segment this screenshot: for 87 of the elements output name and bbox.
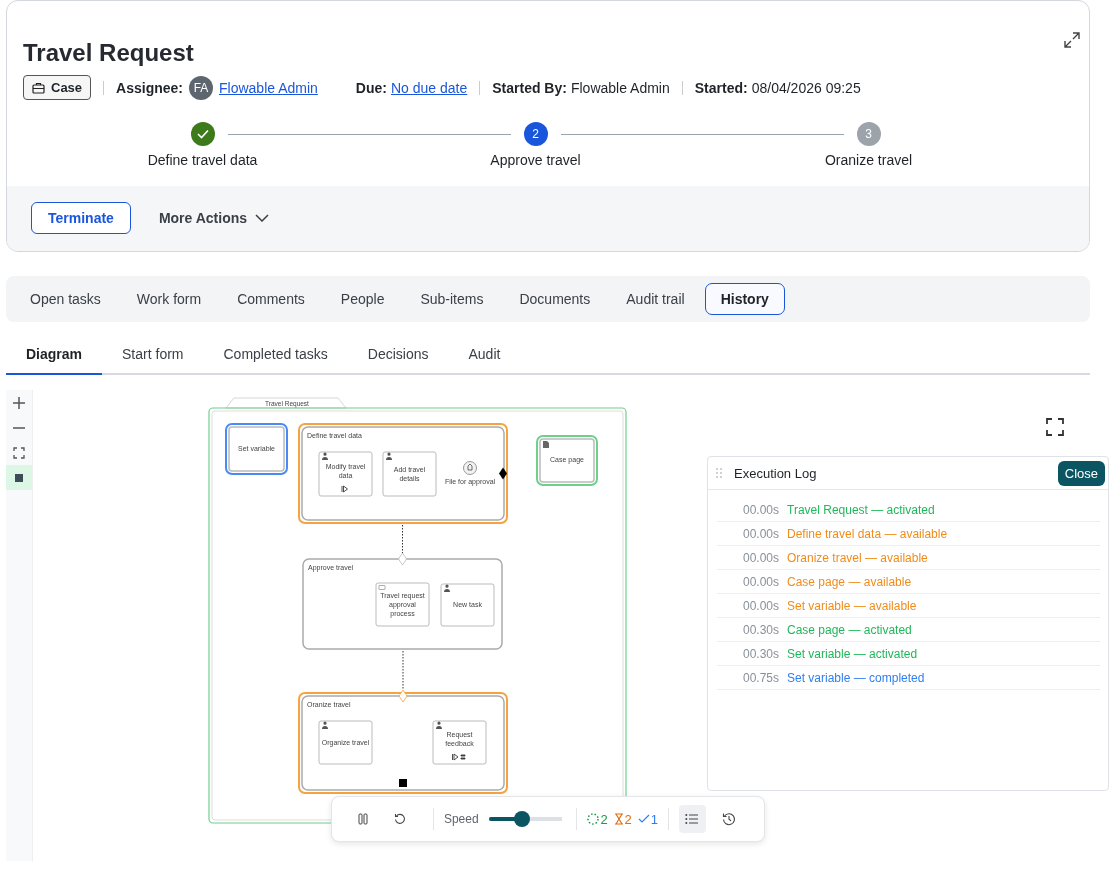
- log-message: Set variable — activated: [787, 646, 918, 661]
- task-box: [440, 583, 495, 627]
- history-icon: [721, 812, 736, 826]
- drag-handle-icon[interactable]: [716, 468, 722, 478]
- log-time: 00.00s: [741, 502, 779, 517]
- status-count: 2: [600, 811, 608, 827]
- check-icon: [637, 814, 650, 824]
- tab[interactable]: Comments: [221, 283, 321, 315]
- log-message: Travel Request — activated: [787, 502, 935, 517]
- tab[interactable]: Open tasks: [14, 283, 117, 315]
- check-icon: [196, 129, 209, 139]
- log-message: Case page — available: [787, 574, 912, 589]
- tab[interactable]: Documents: [503, 283, 607, 315]
- subtab[interactable]: Start form: [102, 336, 204, 375]
- status-count: 1: [650, 811, 659, 827]
- pause-icon: [358, 813, 369, 825]
- meta-value: 08/04/2026 09:25: [751, 79, 861, 96]
- meta-label: Assignee:: [116, 79, 183, 96]
- log-time: 00.00s: [741, 526, 779, 541]
- log-time: 00.75s: [741, 670, 779, 685]
- close-button[interactable]: Close: [1057, 460, 1105, 486]
- person-icon: [444, 584, 450, 592]
- fit-icon: [13, 446, 25, 459]
- meta-label: Started:: [694, 79, 748, 96]
- log-message: Set variable — available: [787, 598, 917, 613]
- subtab[interactable]: Diagram: [6, 336, 103, 375]
- person-icon: [322, 452, 328, 460]
- log-time: 00.30s: [741, 622, 779, 637]
- fullscreen-icon[interactable]: [1046, 418, 1064, 436]
- subtab[interactable]: Audit: [448, 336, 521, 375]
- square-icon: [15, 473, 23, 482]
- restart-icon: [393, 813, 406, 825]
- more-actions-button[interactable]: More Actions: [158, 210, 270, 226]
- minimap-button[interactable]: [6, 465, 32, 490]
- connector-line: [402, 650, 404, 691]
- meta-label: Due:: [355, 79, 387, 96]
- subtab[interactable]: Completed tasks: [203, 336, 348, 375]
- log-time: 00.00s: [741, 598, 779, 613]
- list-icon: [685, 813, 700, 825]
- log-message: Define travel data — available: [787, 526, 948, 541]
- person-icon: [322, 721, 328, 729]
- subtab[interactable]: Decisions: [347, 336, 449, 375]
- document-icon: [543, 441, 549, 448]
- step-indicator: 2: [523, 122, 548, 146]
- task-box: [318, 451, 373, 497]
- panel-title: Execution Log: [734, 465, 818, 481]
- spinner-icon: [587, 813, 600, 825]
- briefcase-icon: [32, 81, 45, 94]
- tab[interactable]: Work form: [120, 283, 218, 315]
- person-icon: [386, 452, 392, 460]
- terminate-button[interactable]: Terminate: [31, 202, 131, 234]
- meta-link[interactable]: Flowable Admin: [219, 79, 318, 96]
- log-time: 00.00s: [741, 574, 779, 589]
- avatar: FA: [189, 75, 213, 100]
- zoom-in-icon: [12, 395, 26, 410]
- task-box: [318, 720, 373, 765]
- chevron-down-icon: [255, 214, 270, 222]
- step-label: Oranize travel: [824, 152, 913, 168]
- hourglass-icon: [613, 813, 624, 825]
- process-icon: [378, 585, 386, 590]
- case-type-tag: Case: [23, 75, 92, 100]
- speed-label: Speed: [443, 812, 479, 826]
- meta-link[interactable]: No due date: [390, 79, 468, 96]
- task-box: [382, 451, 437, 497]
- tab[interactable]: Audit trail: [610, 283, 701, 315]
- case-title: Travel Request: [23, 39, 195, 67]
- tab[interactable]: Sub-items: [404, 283, 500, 315]
- tab[interactable]: People: [324, 283, 401, 315]
- slider-thumb[interactable]: [513, 811, 530, 827]
- log-toggle-button[interactable]: [679, 805, 706, 833]
- step-label: Approve travel: [490, 152, 581, 168]
- log-time: 00.30s: [741, 646, 779, 661]
- meta-label: Started By:: [492, 79, 567, 96]
- log-message: Case page — activated: [787, 622, 912, 637]
- task-box: [375, 582, 430, 627]
- step-indicator: 3: [856, 122, 881, 146]
- person-icon: [436, 721, 442, 729]
- log-message: Oranize travel — available: [787, 550, 928, 565]
- expand-icon[interactable]: [1063, 31, 1081, 49]
- task-box: [432, 720, 487, 765]
- tab[interactable]: History: [704, 283, 785, 315]
- log-time: 00.00s: [741, 550, 779, 565]
- meta-value: Flowable Admin: [570, 79, 670, 96]
- step-label: Define travel data: [147, 152, 258, 168]
- status-count: 2: [624, 811, 632, 827]
- zoom-out-icon: [12, 426, 26, 429]
- log-message: Set variable — completed: [787, 670, 925, 685]
